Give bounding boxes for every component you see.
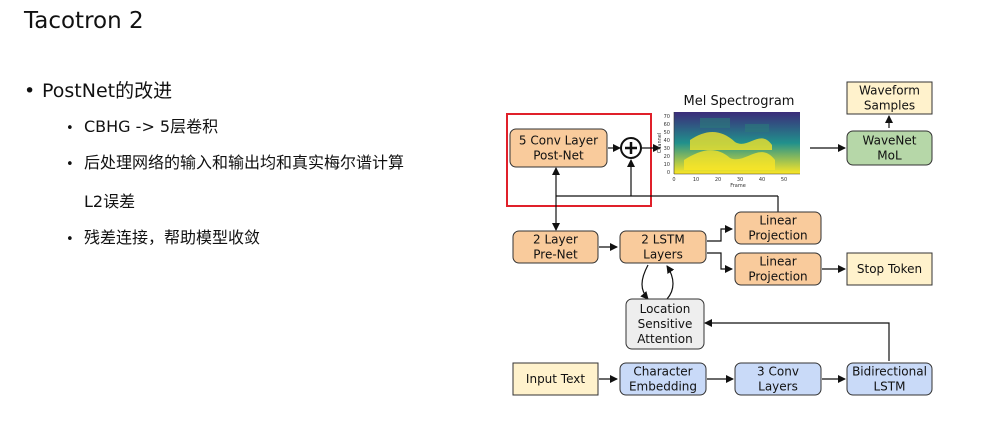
- node-label: 2 LSTM: [641, 233, 684, 247]
- node-label: Location: [640, 302, 691, 316]
- node-label: Stop Token: [857, 262, 922, 276]
- node-label: Attention: [637, 332, 692, 346]
- y-tick: 50: [664, 130, 670, 136]
- node-label: Sensitive: [638, 317, 693, 331]
- mel-spectrogram: Mel Spectrogram 0 10 20 30 40 50 Frame 0…: [657, 94, 800, 189]
- node-waveform: WaveformSamples: [846, 81, 933, 115]
- node-conv3: 3 ConvLayers: [734, 362, 822, 396]
- node-embedding: CharacterEmbedding: [619, 362, 707, 396]
- y-tick: 60: [664, 122, 670, 128]
- node-wavenet: WaveNetMoL: [846, 130, 933, 166]
- x-tick: 10: [693, 177, 699, 183]
- node-label: Waveform: [859, 84, 920, 98]
- node-label: MoL: [877, 149, 902, 163]
- node-label: 2 Layer: [533, 233, 578, 247]
- node-label: Pre-Net: [533, 248, 578, 262]
- node-label: 3 Conv: [757, 365, 799, 379]
- node-linear-bottom: LinearProjection: [734, 252, 822, 286]
- node-label: Input Text: [526, 372, 585, 386]
- node-label: WaveNet: [863, 134, 917, 148]
- spectrogram-title: Mel Spectrogram: [684, 94, 795, 109]
- y-tick: 40: [664, 138, 670, 144]
- x-tick: 50: [781, 177, 787, 183]
- y-tick: 20: [664, 154, 670, 160]
- node-label: Layers: [643, 248, 683, 262]
- y-axis-label: Channel: [657, 133, 663, 154]
- node-label: Projection: [748, 270, 807, 284]
- node-label: Layers: [758, 380, 798, 394]
- node-label: Projection: [748, 229, 807, 243]
- node-label: Bidirectional: [852, 365, 927, 379]
- y-tick: 0: [667, 170, 670, 176]
- node-label: Post-Net: [533, 149, 584, 163]
- x-tick: 20: [715, 177, 721, 183]
- tacotron2-architecture-diagram: Mel Spectrogram 0 10 20 30 40 50 Frame 0…: [506, 81, 933, 396]
- node-prenet: 2 LayerPre-Net: [512, 230, 599, 264]
- y-tick: 30: [664, 146, 670, 152]
- x-axis-label: Frame: [730, 183, 746, 189]
- node-label: Samples: [864, 99, 915, 113]
- x-tick: 0: [672, 177, 675, 183]
- node-label: 5 Conv Layer: [519, 134, 598, 148]
- node-stop: Stop Token: [846, 252, 933, 286]
- node-label: Embedding: [629, 380, 697, 394]
- y-tick: 70: [664, 114, 670, 120]
- node-label: Linear: [759, 255, 796, 269]
- node-label: Character: [633, 365, 692, 379]
- node-label: Linear: [759, 214, 796, 228]
- node-linear-top: LinearProjection: [734, 211, 822, 245]
- y-tick: 10: [664, 162, 670, 168]
- node-postnet: 5 Conv LayerPost-Net: [509, 128, 608, 168]
- x-tick: 40: [759, 177, 765, 183]
- node-label: LSTM: [874, 380, 906, 394]
- node-lstm: 2 LSTMLayers: [619, 230, 707, 264]
- node-attention: LocationSensitiveAttention: [625, 298, 705, 350]
- node-bilstm: BidirectionalLSTM: [846, 362, 933, 396]
- node-input: Input Text: [512, 362, 599, 396]
